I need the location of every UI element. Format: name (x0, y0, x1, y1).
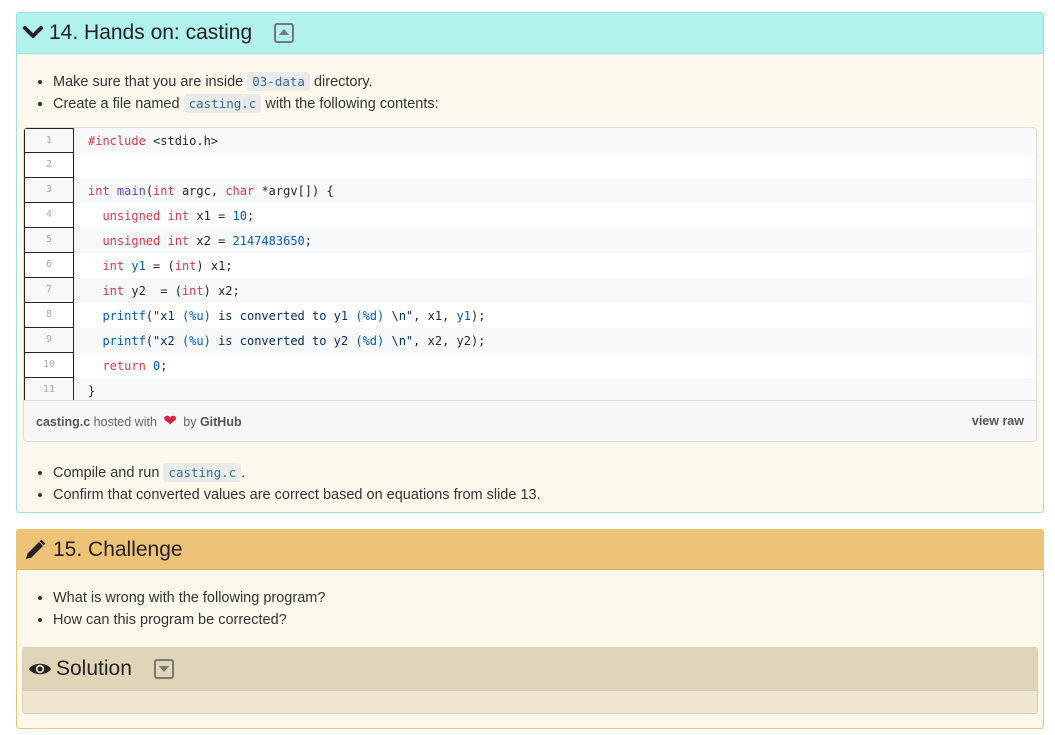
by-text: by (179, 415, 200, 429)
code-line: 5 unsigned int x2 = 2147483650; (24, 228, 1036, 253)
code-line: 2 (24, 153, 1036, 178)
gist-meta: casting.c hosted with ❤ by GitHub view r… (24, 400, 1036, 441)
expand-toggle-icon[interactable] (153, 659, 174, 679)
gist-credit: casting.c hosted with ❤ by GitHub (36, 411, 242, 431)
section-15-header[interactable]: 15. Challenge (17, 530, 1043, 570)
list-item: Confirm that converted values are correc… (53, 484, 541, 506)
solution-panel: Solution (22, 647, 1038, 714)
line-number[interactable]: 6 (24, 253, 74, 278)
solution-header[interactable]: Solution (23, 648, 1037, 691)
list-item: Compile and run casting.c. (53, 462, 541, 484)
code-line: 7 int y2 = (int) x2; (24, 278, 1036, 303)
line-code: printf("x1 (%u) is converted to y1 (%d) … (102, 308, 486, 323)
line-number[interactable]: 5 (24, 228, 74, 253)
section-14-panel: 14. Hands on: casting Make sure that you… (16, 12, 1044, 513)
list-item: What is wrong with the following program… (53, 587, 325, 609)
code-line: 10 return 0; (24, 353, 1036, 378)
code-line: 1 #include <stdio.h> (24, 128, 1036, 153)
chevron-down-icon[interactable] (23, 26, 43, 40)
section-15-panel: 15. Challenge What is wrong with the fol… (16, 529, 1044, 729)
line-number[interactable]: 4 (24, 203, 74, 228)
view-raw-link[interactable]: view raw (972, 414, 1024, 428)
line-code: int y1 = (int) x1; (102, 258, 233, 273)
inline-code: casting.c (183, 94, 262, 113)
section-14-header[interactable]: 14. Hands on: casting (17, 13, 1043, 54)
list-item: Create a file named casting.c with the f… (53, 93, 439, 115)
line-code: unsigned int x2 = 2147483650; (102, 233, 312, 248)
line-code: int main(int argc, char *argv[]) { (88, 183, 334, 198)
solution-title: Solution (56, 657, 132, 680)
eye-icon (29, 663, 51, 675)
line-code: } (88, 383, 96, 398)
gist-filename-link[interactable]: casting.c (36, 415, 90, 429)
inline-code: 03-data (247, 72, 310, 91)
challenge-list: What is wrong with the following program… (17, 587, 325, 631)
code-line: 9 printf("x2 (%u) is converted to y2 (%d… (24, 328, 1036, 353)
instruction-list-top: Make sure that you are inside 03-data di… (17, 71, 439, 115)
line-number[interactable]: 8 (24, 303, 74, 328)
line-code: unsigned int x1 = 10; (102, 208, 255, 223)
line-number[interactable]: 3 (24, 178, 74, 203)
code-line: 8 printf("x1 (%u) is converted to y1 (%d… (24, 303, 1036, 328)
github-link[interactable]: GitHub (200, 415, 242, 429)
line-code: int y2 = (int) x2; (102, 283, 240, 298)
line-number[interactable]: 10 (24, 353, 74, 378)
instruction-list-bottom: Compile and run casting.c.Confirm that c… (17, 462, 541, 506)
line-code: printf("x2 (%u) is converted to y2 (%d) … (102, 333, 486, 348)
code-line: 4 unsigned int x1 = 10; (24, 203, 1036, 228)
line-code: #include <stdio.h> (88, 133, 219, 148)
list-item: How can this program be corrected? (53, 609, 325, 631)
line-number[interactable]: 7 (24, 278, 74, 303)
inline-code: casting.c (163, 463, 242, 482)
hosted-with-text: hosted with (90, 415, 161, 429)
pencil-icon (26, 539, 46, 559)
code-line: 6 int y1 = (int) x1; (24, 253, 1036, 278)
section-15-title: 15. Challenge (53, 537, 183, 561)
list-item: Make sure that you are inside 03-data di… (53, 71, 439, 93)
line-number[interactable]: 9 (24, 328, 74, 353)
line-number[interactable]: 1 (24, 128, 74, 153)
line-code: return 0; (102, 358, 168, 373)
collapse-toggle-icon[interactable] (274, 23, 295, 43)
code-gist: 1 #include <stdio.h> 2 3 int main(int argc, … (23, 127, 1037, 442)
heart-icon: ❤ (163, 413, 177, 430)
section-14-title: 14. Hands on: casting (49, 21, 253, 44)
code-lines: 1 #include <stdio.h> 2 3 int main(int argc, … (24, 128, 1036, 403)
line-number[interactable]: 2 (24, 153, 74, 178)
code-line: 3 int main(int argc, char *argv[]) { (24, 178, 1036, 203)
